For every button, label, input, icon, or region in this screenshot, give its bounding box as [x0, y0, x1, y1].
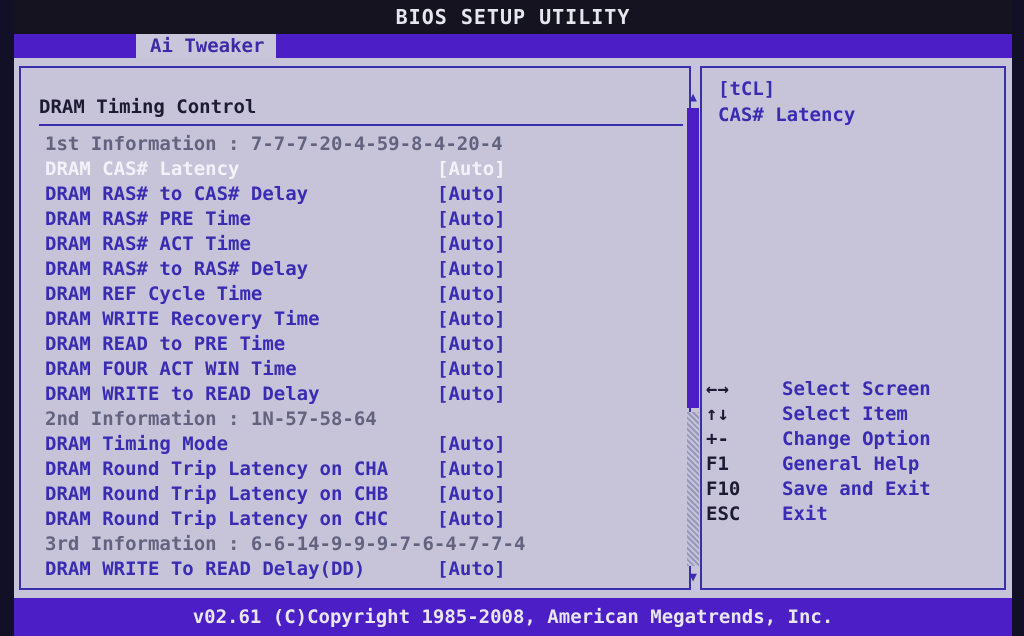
setting-label: DRAM READ to PRE Time — [45, 333, 286, 355]
key-name: ←→ — [706, 378, 729, 400]
info-text: 1st Information : 7-7-7-20-4-59-8-4-20-4 — [45, 133, 503, 155]
page-title: DRAM Timing Control — [39, 96, 257, 118]
setting-value[interactable]: [Auto] — [437, 508, 506, 530]
key-action: Select Item — [782, 403, 908, 425]
setting-value[interactable]: [Auto] — [437, 358, 506, 380]
title-bar: BIOS SETUP UTILITY — [14, 0, 1012, 34]
setting-value[interactable]: [Auto] — [437, 308, 506, 330]
key-action: Save and Exit — [782, 478, 931, 500]
app-title: BIOS SETUP UTILITY — [395, 5, 631, 29]
setting-value[interactable]: [Auto] — [437, 333, 506, 355]
help-description: CAS# Latency — [718, 104, 856, 126]
bios-screen: BIOS SETUP UTILITY Ai Tweaker DRAM Timin… — [0, 0, 1024, 636]
copyright-text: v02.61 (C)Copyright 1985-2008, American … — [192, 606, 834, 628]
setting-label: DRAM RAS# to CAS# Delay — [45, 183, 309, 205]
settings-pane: DRAM Timing Control 1st Information : 7-… — [19, 66, 699, 590]
setting-label: DRAM RAS# PRE Time — [45, 208, 251, 230]
setting-label: DRAM WRITE Recovery Time — [45, 308, 320, 330]
tab-ai-tweaker[interactable]: Ai Tweaker — [136, 34, 276, 58]
setting-label: DRAM Timing Mode — [45, 433, 229, 455]
key-action: Exit — [782, 503, 828, 525]
setting-value[interactable]: [Auto] — [437, 258, 506, 280]
setting-label: DRAM REF Cycle Time — [45, 283, 263, 305]
footer-bar: v02.61 (C)Copyright 1985-2008, American … — [14, 598, 1012, 636]
setting-label: DRAM WRITE to READ Delay — [45, 383, 320, 405]
setting-value[interactable]: [Auto] — [437, 383, 506, 405]
triangle-up-icon[interactable]: ▲ — [685, 90, 701, 106]
key-name: ESC — [706, 503, 741, 525]
scroll-thumb[interactable] — [687, 108, 699, 408]
setting-label: DRAM Round Trip Latency on CHC — [45, 508, 389, 530]
setting-value[interactable]: [Auto] — [437, 283, 506, 305]
setting-label: DRAM RAS# ACT Time — [45, 233, 251, 255]
setting-value[interactable]: [Auto] — [437, 183, 506, 205]
main-panel: DRAM Timing Control 1st Information : 7-… — [14, 58, 1012, 598]
setting-label: DRAM Round Trip Latency on CHA — [45, 458, 389, 480]
info-text: 3rd Information : 6-6-14-9-9-9-7-6-4-7-7… — [45, 533, 526, 555]
triangle-down-icon[interactable]: ▼ — [685, 570, 701, 586]
key-action: Select Screen — [782, 378, 931, 400]
title-divider — [39, 124, 683, 126]
setting-label: DRAM CAS# Latency — [45, 158, 240, 180]
setting-value[interactable]: [Auto] — [437, 483, 506, 505]
key-name: F1 — [706, 453, 729, 475]
setting-value[interactable]: [Auto] — [437, 458, 506, 480]
key-action: General Help — [782, 453, 920, 475]
setting-value[interactable]: [Auto] — [437, 208, 506, 230]
setting-value[interactable]: [Auto] — [437, 558, 506, 580]
scroll-track[interactable] — [687, 412, 699, 566]
setting-value[interactable]: [Auto] — [437, 433, 506, 455]
setting-label: DRAM FOUR ACT WIN Time — [45, 358, 297, 380]
key-name: F10 — [706, 478, 741, 500]
setting-label: DRAM RAS# to RAS# Delay — [45, 258, 309, 280]
help-code: [tCL] — [718, 78, 776, 100]
key-action: Change Option — [782, 428, 931, 450]
setting-value[interactable]: [Auto] — [437, 233, 506, 255]
info-text: 2nd Information : 1N-57-58-64 — [45, 408, 377, 430]
key-name: +- — [706, 428, 729, 450]
key-name: ↑↓ — [706, 403, 729, 425]
tab-bar: Ai Tweaker — [14, 34, 1012, 58]
setting-value[interactable]: [Auto] — [437, 158, 506, 180]
setting-label: DRAM WRITE To READ Delay(DD) — [45, 558, 366, 580]
setting-label: DRAM Round Trip Latency on CHB — [45, 483, 389, 505]
scrollbar[interactable]: ▲ ▼ — [685, 90, 701, 590]
